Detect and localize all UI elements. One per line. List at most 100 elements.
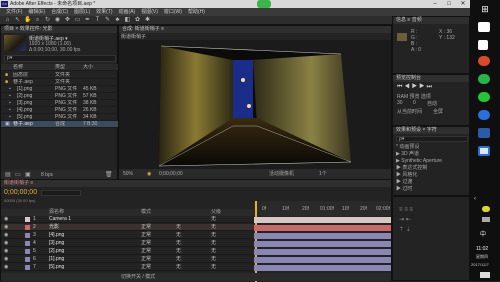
project-tab[interactable]: 项目 × 效果控件: 光影: [1, 26, 117, 33]
layer-mode-dropdown[interactable]: 正常: [141, 248, 151, 255]
label-color-swatch[interactable]: [25, 241, 30, 246]
layer-name[interactable]: [3].png: [49, 240, 64, 247]
effects-item[interactable]: ▶ 过渡: [396, 179, 442, 186]
menu-effect[interactable]: 效果(T): [96, 9, 112, 15]
label-color-swatch[interactable]: [25, 249, 30, 254]
layer-mode-dropdown[interactable]: 正常: [141, 240, 151, 247]
layer-mode-dropdown[interactable]: 正常: [141, 256, 151, 263]
fps-field[interactable]: 30: [397, 100, 403, 106]
visibility-eye-icon[interactable]: ◉: [4, 248, 8, 255]
minimize-icon[interactable]: –: [428, 0, 442, 8]
space-before-icon[interactable]: ⇡: [399, 227, 404, 233]
layer-duration-bar[interactable]: [254, 225, 391, 231]
timeline-tab[interactable]: 街道街梢子 ≡: [1, 180, 391, 187]
column-mode[interactable]: 模式: [141, 209, 151, 216]
align-left-icon[interactable]: ≡: [399, 207, 403, 213]
menu-file[interactable]: 文件(F): [6, 9, 22, 15]
tray-chevron-icon[interactable]: ‹: [474, 196, 476, 202]
volume-icon[interactable]: [482, 217, 490, 222]
selection-tool-icon[interactable]: ↖: [14, 17, 21, 24]
layer-name[interactable]: [5].png: [49, 264, 64, 271]
label-color-swatch[interactable]: [25, 217, 30, 222]
menu-layer[interactable]: 图层(L): [74, 9, 90, 15]
menu-edit[interactable]: 编辑(E): [28, 9, 45, 15]
layer-duration-bar[interactable]: [254, 241, 391, 247]
new-folder-icon[interactable]: ▭: [15, 171, 21, 178]
maximize-icon[interactable]: □: [442, 0, 456, 8]
brush-tool-icon[interactable]: ✎: [104, 17, 111, 24]
layer-duration-bar[interactable]: [254, 265, 391, 271]
camera-tool-icon[interactable]: ◉: [54, 17, 61, 24]
layer-mode-dropdown[interactable]: 正常: [141, 224, 151, 231]
eraser-tool-icon[interactable]: ◧: [124, 17, 131, 24]
effects-item[interactable]: ▶ 3D 声道: [396, 151, 442, 158]
layer-duration-bar[interactable]: [254, 257, 391, 263]
column-type[interactable]: 类型: [55, 64, 65, 70]
align-right-icon[interactable]: ≡: [409, 207, 413, 213]
input-language[interactable]: 中: [480, 229, 486, 238]
label-color-swatch[interactable]: [25, 233, 30, 238]
layer-duration-bar[interactable]: [254, 233, 391, 239]
layer-duration-bar[interactable]: [254, 249, 391, 255]
layer-row[interactable]: ◉ 2 光影 正常 无 无: [1, 224, 254, 231]
browser-icon[interactable]: [478, 56, 490, 66]
windows-start-icon[interactable]: ⊞: [480, 4, 490, 14]
snap-toggle[interactable]: [257, 0, 271, 8]
roto-tool-icon[interactable]: ✿: [134, 17, 141, 24]
interpret-footage-icon[interactable]: ▤: [5, 171, 11, 178]
full-screen-checkbox[interactable]: 全屏: [433, 108, 443, 115]
messenger-icon[interactable]: [478, 92, 490, 102]
info-tab[interactable]: 信息 ≡ 音频: [393, 17, 469, 24]
composition-tab[interactable]: 合成: 街道街梢子 ≡: [119, 26, 391, 33]
project-item-selected[interactable]: ▣ 巷子.aep 合成 7 B:30: [1, 121, 119, 128]
layer-row[interactable]: ◉ 7 [5].png 正常 无 无: [1, 264, 254, 271]
clock-time[interactable]: 11:02: [476, 246, 488, 252]
bit-depth-label[interactable]: 8 bpc: [41, 172, 53, 178]
view-layout-dropdown[interactable]: 1个: [319, 169, 327, 179]
menu-help[interactable]: 帮助(H): [188, 9, 205, 15]
layer-name[interactable]: Camera 1: [49, 216, 71, 223]
layer-mode-dropdown[interactable]: 正常: [141, 264, 151, 271]
timeline-search-input[interactable]: [41, 190, 81, 196]
search-icon[interactable]: [478, 22, 490, 32]
stamp-tool-icon[interactable]: ♣: [114, 17, 121, 24]
menu-view[interactable]: 视图(V): [141, 9, 158, 15]
from-current-time-checkbox[interactable]: 从当前时间: [397, 108, 422, 115]
layer-parent-dropdown[interactable]: 无: [211, 232, 216, 239]
magnification-dropdown[interactable]: 50%: [123, 169, 133, 179]
layer-duration-bar[interactable]: [254, 217, 391, 223]
label-color-swatch[interactable]: [25, 257, 30, 262]
task-view-icon[interactable]: [478, 40, 488, 50]
outdent-icon[interactable]: ⇤: [406, 217, 411, 223]
layer-parent-dropdown[interactable]: 无: [211, 264, 216, 271]
project-item[interactable]: ■ 巷子.aep 文件夹: [1, 79, 119, 86]
visibility-eye-icon[interactable]: ◉: [4, 240, 8, 247]
zoom-tool-icon[interactable]: ⌕: [34, 17, 41, 24]
indent-icon[interactable]: ⇥: [399, 217, 404, 223]
menu-animation[interactable]: 动画(A): [119, 9, 136, 15]
effects-tab[interactable]: 效果和预设 × 字符: [393, 127, 469, 134]
time-ruler[interactable]: 0f 10f 20f 01:00f 10f 20f 02:00f: [254, 201, 391, 216]
project-item[interactable]: ▪ [3].png PNG 文件 38 KB: [1, 100, 119, 107]
layer-trkmat-dropdown[interactable]: 无: [176, 232, 181, 239]
layer-parent-dropdown[interactable]: 无: [211, 240, 216, 247]
column-size[interactable]: 大小: [83, 64, 93, 70]
rectangle-tool-icon[interactable]: ▭: [74, 17, 81, 24]
project-search-input[interactable]: ρ▾: [4, 55, 116, 62]
visibility-eye-icon[interactable]: ◉: [4, 256, 8, 263]
home-icon[interactable]: ⌂: [4, 17, 11, 24]
toggle-switches-modes[interactable]: 切换开关 / 模式: [121, 273, 155, 281]
project-item[interactable]: ▪ [4].png PNG 文件 26 KB: [1, 107, 119, 114]
layer-parent-dropdown[interactable]: 无: [211, 248, 216, 255]
file-explorer-icon[interactable]: [478, 128, 490, 138]
current-time[interactable]: 0;00;00;00: [159, 169, 183, 179]
column-name[interactable]: 名称: [13, 64, 23, 70]
after-effects-taskbar-icon[interactable]: [478, 146, 490, 156]
preview-tab[interactable]: 预览控制台: [393, 75, 469, 82]
layer-mode-dropdown[interactable]: 正常: [141, 232, 151, 239]
tray-app-icon[interactable]: [482, 206, 490, 212]
layer-name[interactable]: [4].png: [49, 232, 64, 239]
last-frame-icon[interactable]: ⏭: [426, 84, 433, 90]
text-tool-icon[interactable]: T: [94, 17, 101, 24]
effects-item[interactable]: ▶ 风格化: [396, 172, 442, 179]
